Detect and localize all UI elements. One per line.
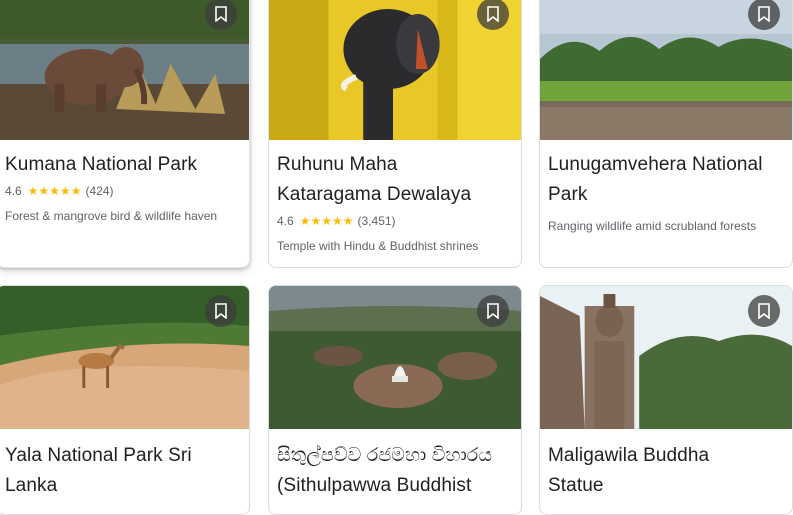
rating-value: 4.6 <box>5 184 22 198</box>
star-icon: ★ <box>27 184 39 198</box>
title-line: Park <box>548 184 588 205</box>
place-description: Temple with Hindu & Buddhist shrines <box>277 239 479 253</box>
place-photo[interactable] <box>269 0 521 140</box>
place-card-kataragama[interactable]: Ruhunu Maha Kataragama Dewalaya 4.6 ★ ★ ★ ★… <box>268 0 522 268</box>
star-icon: ★ <box>331 214 343 228</box>
place-card-maligawila[interactable]: Maligawila Buddha Statue <box>539 285 793 515</box>
place-photo[interactable] <box>540 0 792 140</box>
place-photo[interactable] <box>0 0 249 140</box>
save-button[interactable] <box>205 295 237 327</box>
place-description: Forest & mangrove bird & wildlife haven <box>5 209 218 223</box>
title-line: Kataragama Dewalaya <box>277 184 472 205</box>
star-icon: ★ <box>70 184 82 198</box>
place-title[interactable]: Maligawila Buddha Statue <box>548 441 784 501</box>
star-icon: ★ <box>59 184 71 198</box>
place-photo[interactable] <box>540 286 792 429</box>
save-button[interactable] <box>748 295 780 327</box>
star-icon: ★ <box>321 214 332 228</box>
bookmark-icon <box>758 6 770 22</box>
star-icon: ★ <box>49 184 60 198</box>
place-photo[interactable] <box>0 286 249 429</box>
star-icon: ★ <box>310 214 322 228</box>
title-line: Ruhunu Maha <box>277 154 398 175</box>
place-title[interactable]: Ruhunu Maha Kataragama Dewalaya <box>277 150 513 210</box>
star-icon: ★ <box>299 214 311 228</box>
title-line: Lunugamvehera National <box>548 154 763 175</box>
place-card-lunugamvehera[interactable]: Lunugamvehera National Park Ranging wild… <box>539 0 793 268</box>
place-title[interactable]: Kumana National Park <box>5 150 241 180</box>
save-button[interactable] <box>477 295 509 327</box>
place-card-sithulpawwa[interactable]: සිතුල්පව්ව රජමහා විහාරය (Sithulpawwa Bud… <box>268 285 522 515</box>
title-line: Lanka <box>5 475 58 496</box>
review-count: (3,451) <box>357 214 396 228</box>
place-card-yala[interactable]: Yala National Park Sri Lanka <box>0 285 250 515</box>
title-line: Maligawila Buddha <box>548 445 710 466</box>
place-title[interactable]: Yala National Park Sri Lanka <box>5 441 241 501</box>
rating-row: 4.6 ★ ★ ★ ★ ★ (424) <box>5 182 241 200</box>
place-title[interactable]: Lunugamvehera National Park <box>548 150 784 210</box>
rating-row: 4.6 ★ ★ ★ ★ ★ (3,451) <box>277 212 513 230</box>
star-rating: ★ ★ ★ ★ ★ <box>300 215 354 227</box>
bookmark-icon <box>487 6 499 22</box>
place-description: Ranging wildlife amid scrubland forests <box>548 219 757 233</box>
star-icon: ★ <box>38 184 50 198</box>
star-icon: ★ <box>342 214 354 228</box>
bookmark-icon <box>215 303 227 319</box>
place-title[interactable]: සිතුල්පව්ව රජමහා විහාරය (Sithulpawwa Bud… <box>277 441 513 501</box>
bookmark-icon <box>487 303 499 319</box>
title-line: (Sithulpawwa Buddhist <box>277 475 472 496</box>
bookmark-icon <box>758 303 770 319</box>
place-photo[interactable] <box>269 286 521 429</box>
title-line: Yala National Park Sri <box>5 445 192 466</box>
title-line: සිතුල්පව්ව රජමහා විහාරය <box>277 445 493 466</box>
review-count: (424) <box>85 184 114 198</box>
star-rating: ★ ★ ★ ★ ★ <box>28 185 82 197</box>
bookmark-icon <box>215 6 227 22</box>
rating-value: 4.6 <box>277 214 294 228</box>
title-line: Statue <box>548 475 604 496</box>
place-card-kumana[interactable]: Kumana National Park 4.6 ★ ★ ★ ★ ★ (424) For… <box>0 0 250 268</box>
